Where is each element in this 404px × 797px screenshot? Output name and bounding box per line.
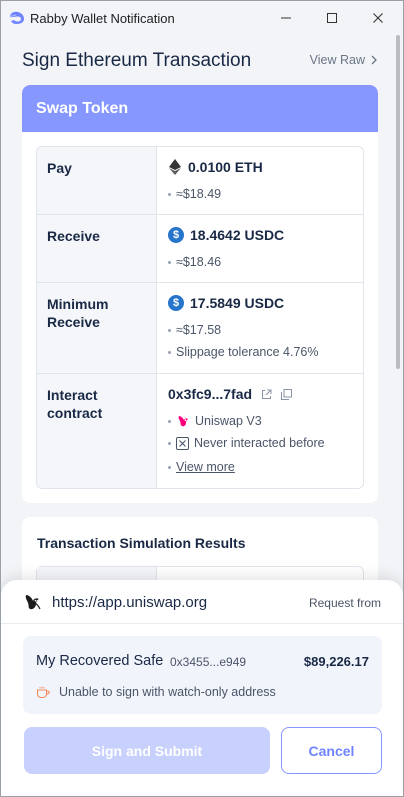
interaction-history: Never interacted before — [194, 436, 325, 450]
simulation-card: Transaction Simulation Results — [22, 517, 378, 581]
title-bar: Rabby Wallet Notification — [1, 1, 403, 35]
minimum-receive-usd-value: ≈$17.58 — [176, 323, 222, 337]
slippage-tolerance: Slippage tolerance 4.76% — [176, 345, 319, 359]
scrollbar[interactable] — [395, 35, 401, 369]
minimum-receive-amount: 17.5849 USDC — [190, 295, 285, 311]
account-address: 0x3455...e949 — [170, 655, 247, 669]
swap-card: Swap Token Pay 0.0100 ETH ≈$18.49 Receiv… — [22, 85, 378, 503]
window-title: Rabby Wallet Notification — [30, 11, 175, 26]
swap-card-title: Swap Token — [22, 85, 378, 132]
request-origin: https://app.uniswap.org Request from — [1, 580, 403, 624]
interact-contract-label: Interact contract — [37, 374, 157, 488]
uniswap-icon — [176, 414, 190, 428]
uniswap-site-icon — [23, 592, 43, 612]
close-window-button[interactable] — [355, 1, 401, 35]
request-from-label: Request from — [308, 596, 381, 610]
ethereum-icon — [169, 159, 181, 175]
cancel-button[interactable]: Cancel — [281, 727, 382, 774]
account-balance: $89,226.17 — [303, 654, 369, 669]
usdc-icon: $ — [168, 295, 184, 311]
close-icon — [373, 13, 383, 23]
pay-amount: 0.0100 ETH — [188, 159, 263, 175]
table-row-receive: Receive $ 18.4642 USDC ≈$18.46 — [37, 215, 363, 283]
usdc-icon: $ — [168, 227, 184, 243]
minimum-receive-label: Minimum Receive — [37, 283, 157, 373]
transaction-content[interactable]: Sign Ethereum Transaction View Raw Swap … — [1, 35, 403, 581]
view-raw-label: View Raw — [309, 53, 365, 67]
simulation-results-table — [36, 566, 364, 581]
pay-label: Pay — [37, 147, 157, 214]
external-link-icon[interactable] — [261, 389, 272, 400]
coffee-cup-icon — [36, 686, 50, 698]
view-raw-link[interactable]: View Raw — [310, 53, 377, 67]
watch-only-warning: Unable to sign with watch-only address — [36, 685, 276, 699]
receive-label: Receive — [37, 215, 157, 282]
signing-account: My Recovered Safe 0x3455...e949 $89,226.… — [23, 636, 382, 714]
notification-window: Rabby Wallet Notification Sign Ethereum … — [0, 0, 404, 797]
minimize-icon — [281, 17, 291, 19]
sign-footer: https://app.uniswap.org Request from My … — [1, 580, 403, 796]
copy-icon[interactable] — [281, 388, 293, 400]
sign-and-submit-button[interactable]: Sign and Submit — [24, 727, 270, 774]
contract-address: 0x3fc9...7fad — [168, 386, 253, 402]
view-more-link[interactable]: View more — [176, 460, 235, 474]
table-row-interact-contract: Interact contract 0x3fc9...7fad Uniswap … — [37, 374, 363, 488]
x-box-icon — [176, 436, 189, 450]
receive-amount: 18.4642 USDC — [190, 227, 285, 243]
pay-usd-value: ≈$18.49 — [176, 187, 222, 201]
minimize-button[interactable] — [263, 1, 309, 35]
chevron-right-icon — [371, 55, 377, 65]
maximize-icon — [327, 13, 337, 23]
table-row-minimum-receive: Minimum Receive $ 17.5849 USDC ≈$17.58 S… — [37, 283, 363, 374]
maximize-button[interactable] — [309, 1, 355, 35]
account-name: My Recovered Safe — [36, 653, 164, 669]
simulation-title: Transaction Simulation Results — [37, 535, 246, 551]
origin-url: https://app.uniswap.org — [52, 594, 208, 611]
protocol-name: Uniswap V3 — [195, 414, 262, 428]
scrollbar-thumb[interactable] — [396, 35, 400, 369]
page-title: Sign Ethereum Transaction — [22, 50, 252, 71]
rabby-logo-icon — [9, 11, 25, 25]
warning-text: Unable to sign with watch-only address — [59, 685, 276, 699]
receive-usd-value: ≈$18.46 — [176, 255, 222, 269]
swap-details-table: Pay 0.0100 ETH ≈$18.49 Receive $ 18.4642… — [36, 146, 364, 489]
table-row-pay: Pay 0.0100 ETH ≈$18.49 — [37, 147, 363, 215]
